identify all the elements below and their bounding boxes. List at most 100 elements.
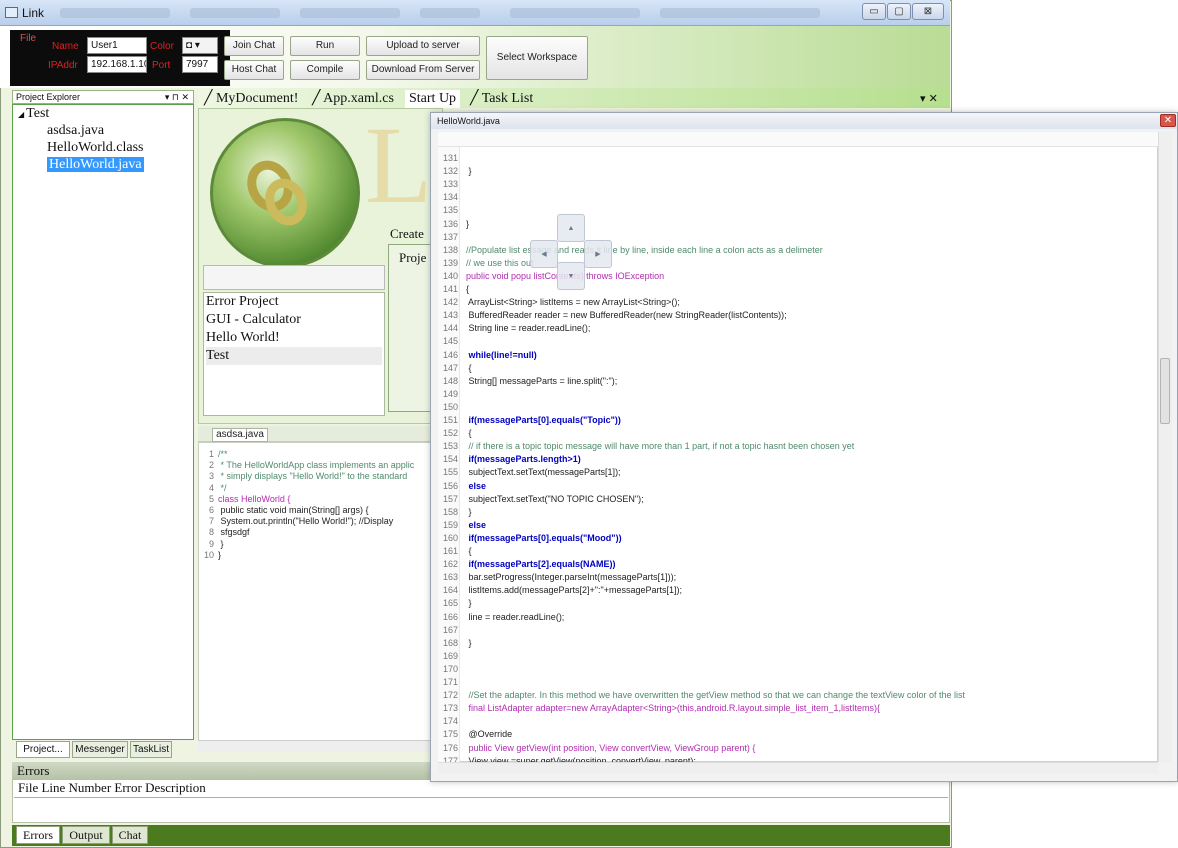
code-line: 6 public static void main(String[] args)… <box>203 505 369 516</box>
tree-file-helloworld-class[interactable]: HelloWorld.class <box>47 140 143 156</box>
compile-button[interactable]: Compile <box>290 60 360 80</box>
code-line: 132 } <box>438 166 472 178</box>
code-text: // we use this out <box>466 257 534 268</box>
blurred-taskbar-item <box>300 8 400 18</box>
ip-input[interactable]: 192.168.1.10 <box>87 56 147 73</box>
scrollbar-thumb[interactable] <box>1160 358 1170 424</box>
code-line: 4 */ <box>203 483 227 494</box>
line-number: 138 <box>442 244 458 255</box>
panel-controls-icon[interactable]: ▾ ⊓ ✕ <box>165 91 189 103</box>
editor-window-title[interactable]: HelloWorld.java <box>431 113 1177 129</box>
line-number: 132 <box>442 166 458 177</box>
line-number: 135 <box>442 205 458 216</box>
code-line: 134 <box>438 192 466 204</box>
editor-vertical-scrollbar[interactable] <box>1158 132 1172 762</box>
project-label: Proje <box>399 250 427 265</box>
tab-project[interactable]: Project... <box>16 741 70 758</box>
color-select[interactable]: ◘ ▾ <box>182 37 218 54</box>
upload-button[interactable]: Upload to server <box>366 36 480 56</box>
code-text: line = reader.readLine(); <box>466 611 565 622</box>
document-tab-bar <box>198 88 950 108</box>
host-chat-button[interactable]: Host Chat <box>224 60 284 80</box>
line-number: 4 <box>208 482 214 493</box>
tab-messenger[interactable]: Messenger <box>72 741 128 758</box>
code-line: 150 <box>438 402 466 414</box>
code-line: 156 else <box>438 481 486 493</box>
line-number: 165 <box>442 598 458 609</box>
code-text: subjectText.setText("NO TOPIC CHOSEN"); <box>466 493 644 504</box>
editor-horizontal-scrollbar[interactable] <box>198 740 443 752</box>
editor-window-close-button[interactable]: ✕ <box>1160 114 1176 127</box>
line-number: 162 <box>442 559 458 570</box>
project-item[interactable]: Test <box>206 347 382 365</box>
code-line: 8 sfgsdgf <box>203 527 250 538</box>
tab-asdsa-java[interactable]: asdsa.java <box>212 428 268 442</box>
tab-output[interactable]: Output <box>62 826 110 844</box>
port-input[interactable]: 7997 <box>182 56 218 73</box>
maximize-button[interactable]: ▢ <box>887 3 911 20</box>
window-title: Link <box>22 6 45 20</box>
line-number: 163 <box>442 572 458 583</box>
code-text: { <box>466 428 472 439</box>
close-button[interactable]: ⊠ <box>912 3 944 20</box>
tab-tasklist-doc[interactable]: ╱ Task List <box>470 90 533 108</box>
code-line: 147 { <box>438 363 472 375</box>
file-menu[interactable]: File <box>20 33 36 44</box>
code-text: if(messageParts[0].equals("Mood")) <box>466 532 622 543</box>
code-text: } <box>466 218 470 229</box>
code-text: { <box>466 546 472 556</box>
download-button[interactable]: Download From Server <box>366 60 480 80</box>
code-line: 154 if(messageParts.length>1) <box>438 454 581 466</box>
color-label: Color <box>150 41 174 52</box>
tree-file-asdsa[interactable]: asdsa.java <box>47 123 104 139</box>
code-text: //Set the adapter. In this method we hav… <box>466 690 965 701</box>
run-button[interactable]: Run <box>290 36 360 56</box>
tab-tasklist[interactable]: TaskList <box>130 741 172 758</box>
logo-letter: L <box>365 104 433 226</box>
create-label: Create <box>390 226 424 241</box>
code-editor[interactable] <box>198 442 443 742</box>
line-number: 158 <box>442 506 458 517</box>
project-item[interactable]: GUI - Calculator <box>206 311 382 329</box>
collapse-arrow-icon[interactable]: ◢ <box>18 110 26 119</box>
code-text: //Populate list essage and reads it line… <box>466 244 823 255</box>
line-number: 175 <box>442 729 458 740</box>
project-filter-input[interactable] <box>203 265 385 290</box>
line-number: 147 <box>442 362 458 373</box>
line-number: 7 <box>208 516 214 527</box>
nav-up-icon[interactable]: ▲ <box>557 214 585 242</box>
code-text: bar.setProgress(Integer.parseInt(message… <box>466 572 677 583</box>
blurred-taskbar-item <box>510 8 640 18</box>
code-text: } <box>218 538 224 549</box>
code-line: 9 } <box>203 539 224 550</box>
tab-chat[interactable]: Chat <box>112 826 148 844</box>
line-number: 153 <box>442 441 458 452</box>
tree-root[interactable]: ◢ Test <box>18 106 49 122</box>
nav-right-icon[interactable]: ▶ <box>584 240 612 268</box>
name-input[interactable]: User1 <box>87 37 147 54</box>
select-workspace-button[interactable]: Select Workspace <box>486 36 588 80</box>
code-line: 136} <box>438 219 469 231</box>
title-bar[interactable]: Link ▭ ▢ ⊠ <box>0 0 950 26</box>
tab-errors[interactable]: Errors <box>16 826 60 844</box>
code-text: System.out.println("Hello World!"); //Di… <box>218 516 394 527</box>
code-line: 140public void popu listContents) throws… <box>438 271 664 283</box>
project-item[interactable]: Error Project <box>206 293 382 311</box>
code-text: public View getView(int position, View c… <box>466 742 756 753</box>
project-item[interactable]: Hello World! <box>206 329 382 347</box>
line-number: 1 <box>208 449 214 459</box>
code-line: 135 <box>438 205 466 217</box>
code-line: 162 if(messageParts[2].equals(NAME)) <box>438 559 616 571</box>
join-chat-button[interactable]: Join Chat <box>224 36 284 56</box>
doc-tab-controls-icon[interactable]: ▾ ✕ <box>920 90 938 108</box>
line-number: 10 <box>203 549 214 560</box>
code-line: 145 <box>438 336 466 348</box>
nav-left-icon[interactable]: ◀ <box>530 240 558 268</box>
tab-mydocument[interactable]: ╱ MyDocument! <box>204 90 298 108</box>
editor-horizontal-scrollbar[interactable] <box>438 762 1158 774</box>
tree-file-helloworld-java[interactable]: HelloWorld.java <box>47 157 144 172</box>
line-number: 137 <box>442 231 458 242</box>
nav-down-icon[interactable]: ▼ <box>557 262 585 290</box>
code-line: 146 while(line!=null) <box>438 350 537 362</box>
minimize-button[interactable]: ▭ <box>862 3 886 20</box>
